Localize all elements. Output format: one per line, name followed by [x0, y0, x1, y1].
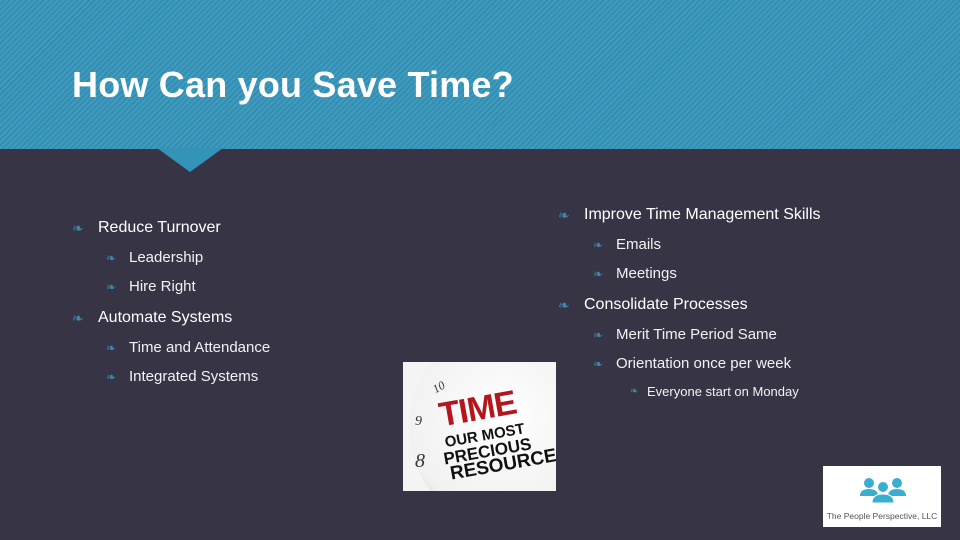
logo-caption: The People Perspective, LLC — [826, 511, 938, 521]
fleuron-bullet-icon: ❧ — [630, 385, 639, 397]
slide-title: How Can you Save Time? — [72, 64, 514, 105]
company-logo: The People Perspective, LLC — [823, 466, 941, 527]
fleuron-bullet-icon: ❧ — [72, 310, 84, 326]
fleuron-bullet-icon: ❧ — [593, 266, 604, 281]
time-resource-image: 10 9 8 TIME OUR MOST PRECIOUS RESOURCE — [403, 362, 556, 491]
sub-bullet-emails: ❧ Emails — [593, 236, 661, 253]
bullet-text: Everyone start on Monday — [647, 384, 799, 399]
clock-number: 8 — [415, 450, 425, 472]
bullet-consolidate-processes: ❧ Consolidate Processes — [558, 296, 748, 314]
sub-bullet-time-and-attendance: ❧ Time and Attendance — [106, 339, 270, 356]
bullet-text: Integrated Systems — [129, 368, 259, 385]
bullet-text: Merit Time Period Same — [616, 326, 777, 343]
fleuron-bullet-icon: ❧ — [106, 340, 117, 355]
bullet-text: Leadership — [129, 249, 204, 266]
bullet-improve-time-management: ❧ Improve Time Management Skills — [558, 206, 821, 224]
bullet-text: Hire Right — [129, 278, 196, 295]
sub-bullet-leadership: ❧ Leadership — [106, 249, 203, 266]
bullet-text: Meetings — [616, 265, 677, 282]
bullet-text: Consolidate Processes — [584, 296, 748, 313]
sub-bullet-hire-right: ❧ Hire Right — [106, 278, 196, 295]
fleuron-bullet-icon: ❧ — [106, 250, 117, 265]
fleuron-bullet-icon: ❧ — [593, 327, 604, 342]
bullet-text: Reduce Turnover — [98, 219, 221, 236]
bullet-text: Automate Systems — [98, 309, 233, 326]
people-group-icon — [860, 478, 906, 504]
bullet-automate-systems: ❧ Automate Systems — [72, 309, 232, 327]
title-band-notch — [157, 148, 223, 172]
bullet-text: Orientation once per week — [616, 355, 792, 372]
bullet-text: Emails — [616, 236, 662, 253]
fleuron-bullet-icon: ❧ — [558, 207, 570, 223]
bullet-text: Time and Attendance — [129, 339, 271, 356]
bullet-text: Improve Time Management Skills — [584, 206, 821, 223]
clock-number: 9 — [415, 414, 422, 429]
sub-sub-bullet-everyone-monday: ❧ Everyone start on Monday — [630, 384, 799, 399]
fleuron-bullet-icon: ❧ — [558, 297, 570, 313]
bullet-reduce-turnover: ❧ Reduce Turnover — [72, 219, 221, 237]
sub-bullet-meetings: ❧ Meetings — [593, 265, 677, 282]
sub-bullet-merit-time-period: ❧ Merit Time Period Same — [593, 326, 777, 343]
fleuron-bullet-icon: ❧ — [593, 356, 604, 371]
fleuron-bullet-icon: ❧ — [106, 369, 117, 384]
fleuron-bullet-icon: ❧ — [106, 279, 117, 294]
sub-bullet-integrated-systems: ❧ Integrated Systems — [106, 368, 258, 385]
fleuron-bullet-icon: ❧ — [593, 237, 604, 252]
fleuron-bullet-icon: ❧ — [72, 220, 84, 236]
sub-bullet-orientation: ❧ Orientation once per week — [593, 355, 791, 372]
